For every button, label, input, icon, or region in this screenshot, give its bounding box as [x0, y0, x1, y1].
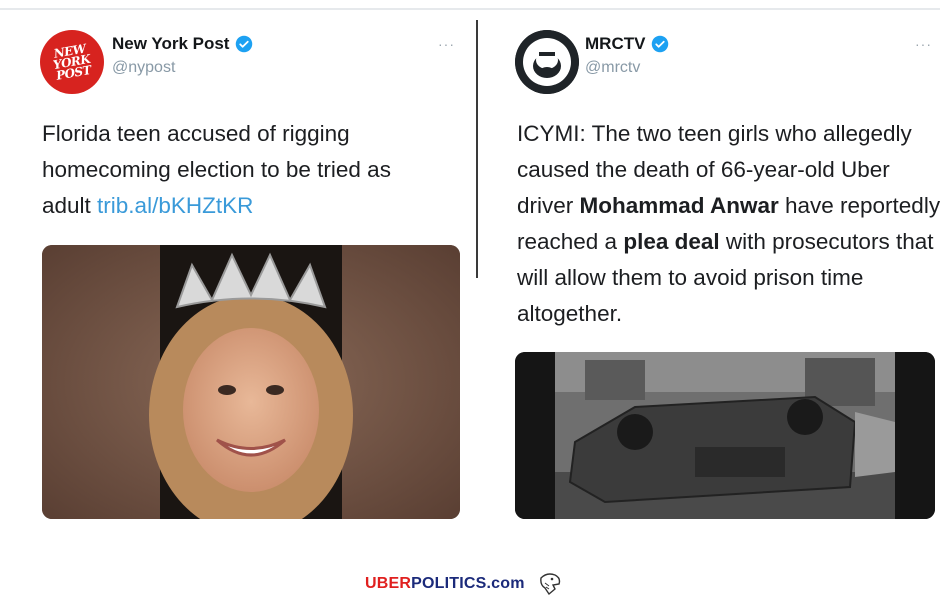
tweet-text: ICYMI: The two teen girls who allegedly …	[517, 121, 940, 326]
tweet-image-homecoming-queen[interactable]	[42, 245, 460, 519]
avatar[interactable]	[515, 30, 579, 94]
homecoming-queen-photo-icon	[42, 245, 460, 519]
display-name[interactable]: New York Post	[112, 34, 229, 54]
eagle-icon	[539, 573, 560, 596]
more-options-icon[interactable]: ···	[915, 36, 932, 52]
avatar[interactable]: NEW YORK POST	[40, 30, 104, 94]
tweet-divider	[476, 20, 478, 278]
bulldog-logo-icon	[515, 30, 579, 94]
overturned-car-photo-icon	[515, 352, 935, 519]
handle[interactable]: @nypost	[112, 59, 253, 77]
site-name: UBERPOLITICS.com	[365, 575, 525, 592]
tweet-link[interactable]: trib.al/bKHZtKR	[97, 193, 253, 218]
tweet-image-overturned-car[interactable]	[515, 352, 935, 519]
account-info: New York Post @nypost	[112, 34, 253, 77]
verified-badge-icon	[652, 35, 669, 53]
top-border	[0, 8, 940, 10]
watermark: UBERPOLITICS.com	[365, 572, 563, 596]
tweet-text: Florida teen accused of rigging homecomi…	[42, 121, 391, 218]
display-name[interactable]: MRCTV	[585, 34, 645, 54]
more-options-icon[interactable]: ···	[438, 36, 455, 52]
verified-badge-icon	[236, 35, 253, 53]
new-york-post-logo: NEW YORK POST	[52, 40, 93, 83]
handle[interactable]: @mrctv	[585, 59, 669, 77]
account-info: MRCTV @mrctv	[585, 34, 669, 77]
